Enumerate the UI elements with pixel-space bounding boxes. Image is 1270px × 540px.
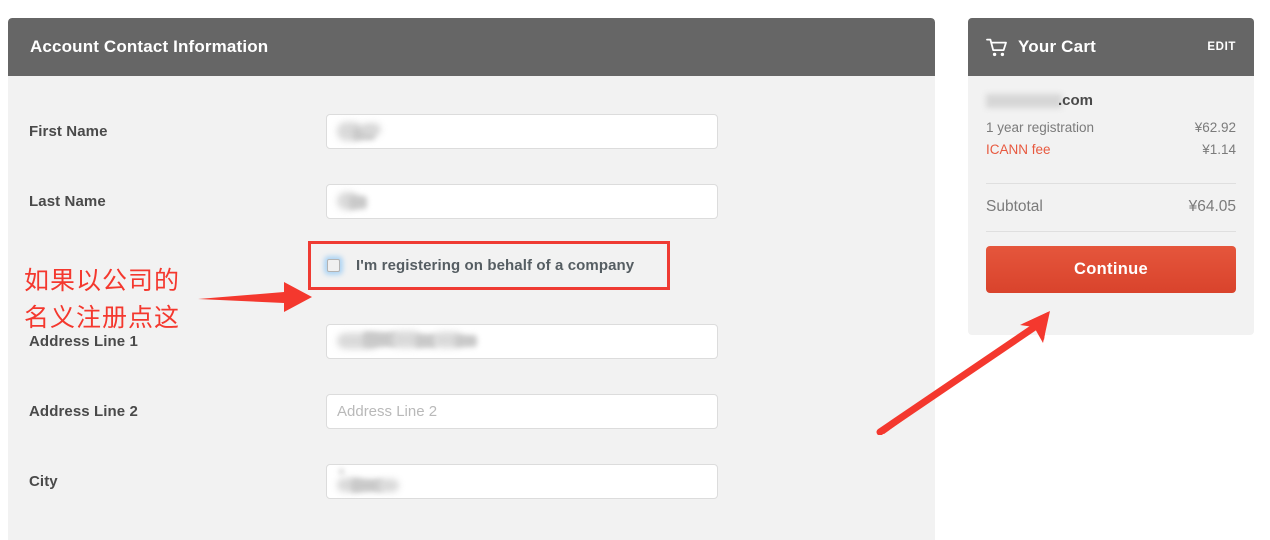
annotation-note: 如果以公司的 名义注册点这 [24,266,181,332]
form-row-city: City [8,446,935,516]
company-checkbox-highlight-box: I'm registering on behalf of a company [308,241,670,290]
cart-body: .com 1 year registration ¥62.92 ICANN fe… [968,76,1254,293]
label-first-name: First Name [29,122,108,140]
address-line-2-input[interactable]: Address Line 2 [326,393,718,429]
label-city: City [29,472,58,490]
form-row-address-line-2: Address Line 2 Address Line 2 [8,376,935,446]
redacted-value [337,330,707,352]
label-address-line-2: Address Line 2 [29,402,138,420]
label-last-name: Last Name [29,192,106,210]
cart-item-price: ¥1.14 [1202,142,1236,157]
address-line-2-placeholder: Address Line 2 [337,402,438,420]
your-cart-panel: Your Cart EDIT .com 1 year registration … [968,18,1254,335]
panel-header: Account Contact Information [8,18,935,76]
cart-domain-name: .com [986,92,1236,112]
first-name-input[interactable] [326,113,718,149]
cart-header: Your Cart EDIT [968,18,1254,76]
cart-subtotal-row: Subtotal ¥64.05 [986,184,1236,231]
redacted-value [337,469,707,492]
redacted-value [337,190,707,212]
city-input[interactable] [326,463,718,499]
cart-subtotal-value: ¥64.05 [1188,198,1236,215]
cart-title: Your Cart [1018,37,1096,56]
page-title: Account Contact Information [30,37,269,56]
last-name-input[interactable] [326,183,718,219]
address-line-1-input[interactable] [326,323,718,359]
cart-subtotal-label: Subtotal [986,198,1043,215]
cart-item-price: ¥62.92 [1194,120,1236,135]
shopping-cart-icon [986,38,1008,57]
cart-item-label: 1 year registration [986,120,1095,135]
form-row-first-name: First Name [8,96,935,166]
cart-item-icann-fee: ICANN fee ¥1.14 [986,139,1236,161]
cart-domain-tld: .com [1058,92,1094,109]
cart-item-registration: 1 year registration ¥62.92 [986,117,1236,139]
cart-divider [986,231,1236,232]
continue-button[interactable]: Continue [986,246,1236,293]
form-row-last-name: Last Name [8,166,935,236]
cart-item-label: ICANN fee [986,142,1051,157]
redacted-domain [986,94,1062,108]
company-checkbox[interactable] [327,259,340,272]
redacted-value [337,120,707,142]
cart-edit-link[interactable]: EDIT [1207,41,1236,53]
company-checkbox-label[interactable]: I'm registering on behalf of a company [356,257,634,274]
